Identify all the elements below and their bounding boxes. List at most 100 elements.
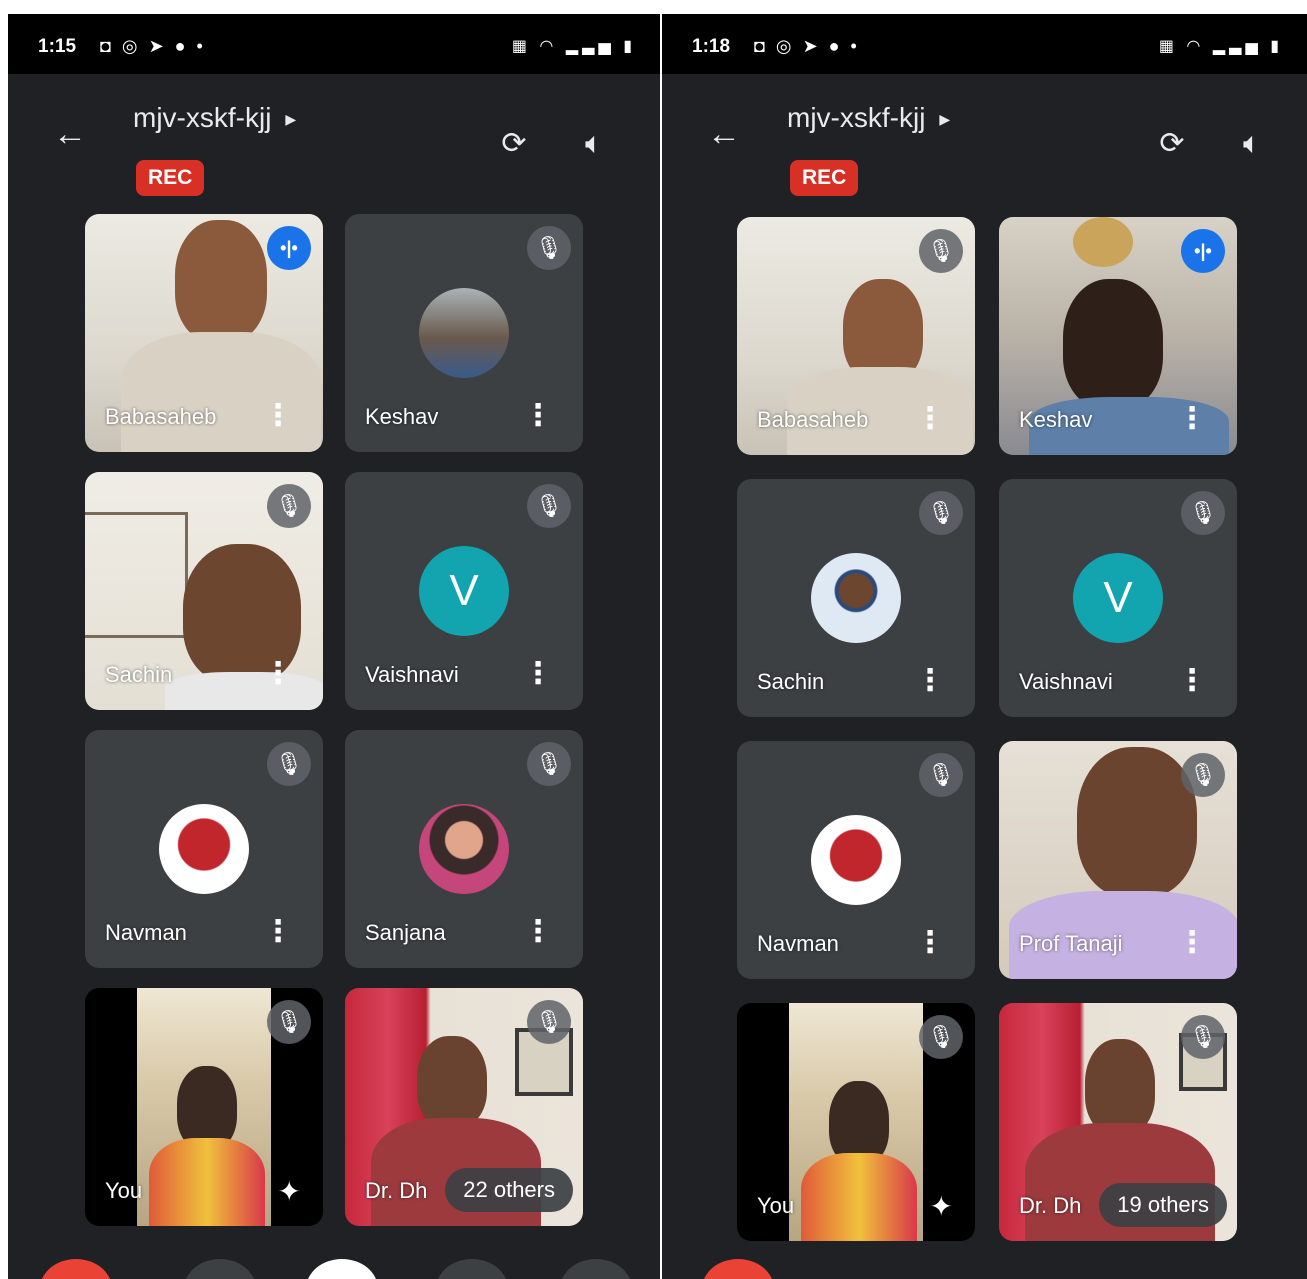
participant-tile-keshav[interactable]: •|• Keshav ⋮ [999,217,1237,455]
video-feed [137,988,271,1226]
meeting-header: ← mjv-xskf-kjj ▶ REC ⟳ 🔈︎ [662,74,1307,214]
more-vert-icon[interactable]: ⋮ [523,917,553,947]
notification-icons: ◘ ◎ ➤ ● • [754,36,860,56]
mic-off-icon: 🎙︎ [919,1015,963,1059]
mic-off-icon: 🎙︎ [267,1000,311,1044]
participant-name: Vaishnavi [365,662,459,687]
reactions-button[interactable] [436,1259,508,1279]
more-options-button[interactable] [560,1259,632,1279]
system-status-icons: ▦ ◠ ▂▃▅ ▮ [1158,38,1283,55]
navman-logo-avatar [159,804,249,894]
mic-off-icon: 🎙︎ [919,753,963,797]
status-time: 1:18 [692,36,731,57]
participant-tile-sachin[interactable]: 🎙︎ Sachin ⋮ [737,479,975,717]
participant-tile-you[interactable]: 🎙︎ You ✦ [737,1003,975,1241]
status-time: 1:15 [38,36,77,57]
participant-tile-dr-dh[interactable]: 🎙︎ Dr. Dh 19 others [999,1003,1237,1241]
mic-off-icon: 🎙︎ [1181,491,1225,535]
more-vert-icon[interactable]: ⋮ [523,659,553,689]
mic-off-icon: 🎙︎ [1181,753,1225,797]
participant-name: Dr. Dh [1019,1193,1082,1218]
switch-camera-icon[interactable]: ⟳ [492,122,536,166]
participant-tile-babasaheb[interactable]: 🎙︎ Babasaheb ⋮ [737,217,975,455]
mic-off-icon: 🎙︎ [527,1000,571,1044]
mic-off-icon: 🎙︎ [1181,1015,1225,1059]
more-vert-icon[interactable]: ⋮ [263,917,293,947]
meeting-header: ← mjv-xskf-kjj ▶ REC ⟳ 🔈︎ [8,74,660,214]
caret-right-icon: ▶ [939,111,951,128]
camera-button[interactable] [306,1259,378,1279]
caret-right-icon: ▶ [285,111,297,128]
participant-tile-prof-tanaji[interactable]: 🎙︎ Prof Tanaji ⋮ [999,741,1237,979]
participant-name: Babasaheb [757,407,869,432]
more-vert-icon[interactable]: ⋮ [915,404,945,434]
speaker-icon[interactable]: 🔈︎ [572,122,616,166]
avatar [811,553,901,643]
more-vert-icon[interactable]: ⋮ [915,928,945,958]
meeting-code-text: mjv-xskf-kjj [133,102,272,133]
switch-camera-icon[interactable]: ⟳ [1150,122,1194,166]
others-count-chip[interactable]: 19 others [1099,1183,1227,1227]
speaking-indicator-icon: •|• [267,226,311,270]
participant-tile-sanjana[interactable]: 🎙︎ Sanjana ⋮ [345,730,583,968]
back-arrow-icon[interactable]: ← [704,114,744,154]
mic-off-icon: 🎙︎ [267,742,311,786]
status-bar: 1:18 ◘ ◎ ➤ ● • ▦ ◠ ▂▃▅ ▮ [662,14,1307,74]
avatar-initial: V [419,546,509,636]
end-call-button[interactable] [702,1259,774,1279]
participant-name: Keshav [365,404,439,429]
more-vert-icon[interactable]: ⋮ [1177,928,1207,958]
notification-icons: ◘ ◎ ➤ ● • [100,36,206,56]
mic-off-icon: 🎙︎ [919,229,963,273]
meeting-code[interactable]: mjv-xskf-kjj ▶ [133,102,296,134]
recording-badge: REC [790,160,859,196]
participant-name: Sanjana [365,920,446,945]
more-vert-icon[interactable]: ⋮ [915,666,945,696]
mic-off-icon: 🎙︎ [267,484,311,528]
more-vert-icon[interactable]: ⋮ [1177,666,1207,696]
speaker-icon[interactable]: 🔈︎ [1230,122,1274,166]
participant-tile-vaishnavi[interactable]: 🎙︎ V Vaishnavi ⋮ [999,479,1237,717]
participant-name: You [757,1193,795,1218]
participant-name: Navman [757,931,839,956]
screen-1: 1:15 ◘ ◎ ➤ ● • ▦ ◠ ▂▃▅ ▮ ← mjv-xskf-kjj ▶… [8,14,660,1279]
mic-off-icon: 🎙︎ [527,742,571,786]
avatar [419,804,509,894]
participant-name: Babasaheb [105,404,217,429]
participant-tile-sachin[interactable]: 🎙︎ Sachin ⋮ [85,472,323,710]
mic-off-icon: 🎙︎ [527,226,571,270]
meeting-code[interactable]: mjv-xskf-kjj ▶ [787,102,950,134]
back-arrow-icon[interactable]: ← [50,114,90,154]
others-count-chip[interactable]: 22 others [445,1168,573,1212]
participant-tile-babasaheb[interactable]: •|• Babasaheb ⋮ [85,214,323,452]
participant-name: Sachin [105,662,173,687]
avatar-initial: V [1073,553,1163,643]
sparkle-effects-icon[interactable]: ✦ [930,1190,953,1223]
participant-tile-navman[interactable]: 🎙︎ Navman ⋮ [737,741,975,979]
avatar [419,288,509,378]
navman-logo-avatar [811,815,901,905]
meeting-code-text: mjv-xskf-kjj [787,102,926,133]
end-call-button[interactable] [40,1259,112,1279]
more-vert-icon[interactable]: ⋮ [1177,404,1207,434]
participant-name: Sachin [757,669,825,694]
more-vert-icon[interactable]: ⋮ [263,401,293,431]
mic-button[interactable] [184,1259,256,1279]
participant-name: Navman [105,920,187,945]
mic-off-icon: 🎙︎ [527,484,571,528]
participant-name: Dr. Dh [365,1178,428,1203]
more-vert-icon[interactable]: ⋮ [523,401,553,431]
video-feed [789,1003,923,1241]
system-status-icons: ▦ ◠ ▂▃▅ ▮ [511,38,636,55]
sparkle-effects-icon[interactable]: ✦ [278,1175,301,1208]
participant-name: You [105,1178,143,1203]
mic-off-icon: 🎙︎ [919,491,963,535]
speaking-indicator-icon: •|• [1181,229,1225,273]
more-vert-icon[interactable]: ⋮ [263,659,293,689]
participant-tile-navman[interactable]: 🎙︎ Navman ⋮ [85,730,323,968]
participant-tile-dr-dh[interactable]: 🎙︎ Dr. Dh 22 others [345,988,583,1226]
participant-tile-keshav[interactable]: 🎙︎ Keshav ⋮ [345,214,583,452]
participant-tile-you[interactable]: 🎙︎ You ✦ [85,988,323,1226]
participant-name: Prof Tanaji [1019,931,1123,956]
participant-tile-vaishnavi[interactable]: 🎙︎ V Vaishnavi ⋮ [345,472,583,710]
